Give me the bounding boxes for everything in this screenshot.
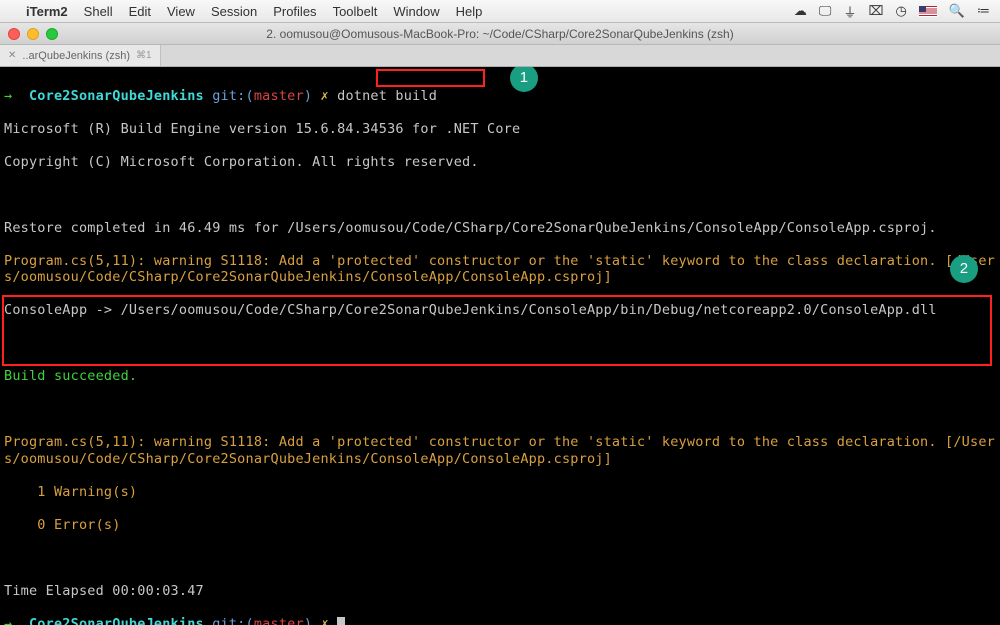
prompt-arrow: → (4, 616, 12, 625)
error-count: 0 Error(s) (4, 517, 996, 534)
output-warning-2: Program.cs(5,11): warning S1118: Add a '… (4, 434, 996, 467)
spotlight-icon[interactable]: 🔍 (949, 3, 965, 19)
prompt-arrow: → (4, 88, 12, 104)
menu-view[interactable]: View (167, 4, 195, 19)
macos-menubar: iTerm2 Shell Edit View Session Profiles … (0, 0, 1000, 23)
prompt-dirty-icon: ✗ (320, 616, 328, 625)
menu-shell[interactable]: Shell (84, 4, 113, 19)
prompt-branch: master (254, 88, 304, 104)
menubar-left: iTerm2 Shell Edit View Session Profiles … (10, 4, 482, 19)
prompt-branch: master (254, 616, 304, 625)
menubar-right: ☁ 🖵 ⏚ ⌧ ◷ 🔍 ≔ (794, 2, 990, 21)
tab-shortcut: ⌘1 (136, 50, 152, 61)
zoom-window-button[interactable] (46, 28, 58, 40)
window-title: 2. oomusou@Oomusous-MacBook-Pro: ~/Code/… (266, 27, 733, 41)
traffic-lights (8, 28, 58, 40)
menu-toolbelt[interactable]: Toolbelt (333, 4, 378, 19)
clock-icon[interactable]: ◷ (895, 3, 906, 19)
battery-icon[interactable]: ⌧ (868, 3, 883, 19)
build-succeeded: Build succeeded. (4, 368, 996, 385)
command-text: dotnet build (337, 88, 437, 104)
output-line: Microsoft (R) Build Engine version 15.6.… (4, 121, 996, 138)
tab-label: ..arQubeJenkins (zsh) (22, 50, 130, 62)
minimize-window-button[interactable] (27, 28, 39, 40)
annotation-box-1 (376, 69, 485, 87)
terminal-tab[interactable]: ✕ ..arQubeJenkins (zsh) ⌘1 (0, 45, 161, 66)
prompt-git-suffix: ) (304, 616, 312, 625)
wifi-icon[interactable]: ⏚ (843, 2, 856, 21)
menu-window[interactable]: Window (393, 4, 439, 19)
output-restore-line: Restore completed in 46.49 ms for /Users… (4, 220, 996, 237)
cursor-icon (337, 617, 345, 625)
warning-count: 1 Warning(s) (4, 484, 996, 501)
menu-extras-icon[interactable]: ≔ (977, 3, 990, 19)
close-tab-icon[interactable]: ✕ (8, 50, 16, 61)
menu-profiles[interactable]: Profiles (273, 4, 316, 19)
terminal-output[interactable]: → Core2SonarQubeJenkins git:(master) ✗ d… (0, 67, 1000, 625)
prompt-git-prefix: git:( (212, 616, 254, 625)
prompt-git-prefix: git:( (212, 88, 254, 104)
annotation-badge-2: 2 (950, 255, 978, 283)
window-titlebar: 2. oomusou@Oomusous-MacBook-Pro: ~/Code/… (0, 23, 1000, 45)
display-icon[interactable]: 🖵 (819, 3, 832, 19)
menu-session[interactable]: Session (211, 4, 257, 19)
close-window-button[interactable] (8, 28, 20, 40)
tab-bar: ✕ ..arQubeJenkins (zsh) ⌘1 (0, 45, 1000, 67)
output-warning: Program.cs(5,11): warning S1118: Add a '… (4, 253, 996, 286)
output-line: Copyright (C) Microsoft Corporation. All… (4, 154, 996, 171)
menu-help[interactable]: Help (456, 4, 483, 19)
output-build-path: ConsoleApp -> /Users/oomusou/Code/CSharp… (4, 302, 996, 319)
prompt-dir: Core2SonarQubeJenkins (29, 88, 204, 104)
prompt-dirty-icon: ✗ (320, 88, 328, 104)
input-source-flag-icon[interactable] (919, 6, 937, 17)
menu-edit[interactable]: Edit (129, 4, 151, 19)
time-elapsed: Time Elapsed 00:00:03.47 (4, 583, 996, 600)
prompt-dir: Core2SonarQubeJenkins (29, 616, 204, 625)
prompt-git-suffix: ) (304, 88, 312, 104)
cloud-icon[interactable]: ☁ (794, 3, 807, 19)
app-name[interactable]: iTerm2 (26, 4, 68, 19)
